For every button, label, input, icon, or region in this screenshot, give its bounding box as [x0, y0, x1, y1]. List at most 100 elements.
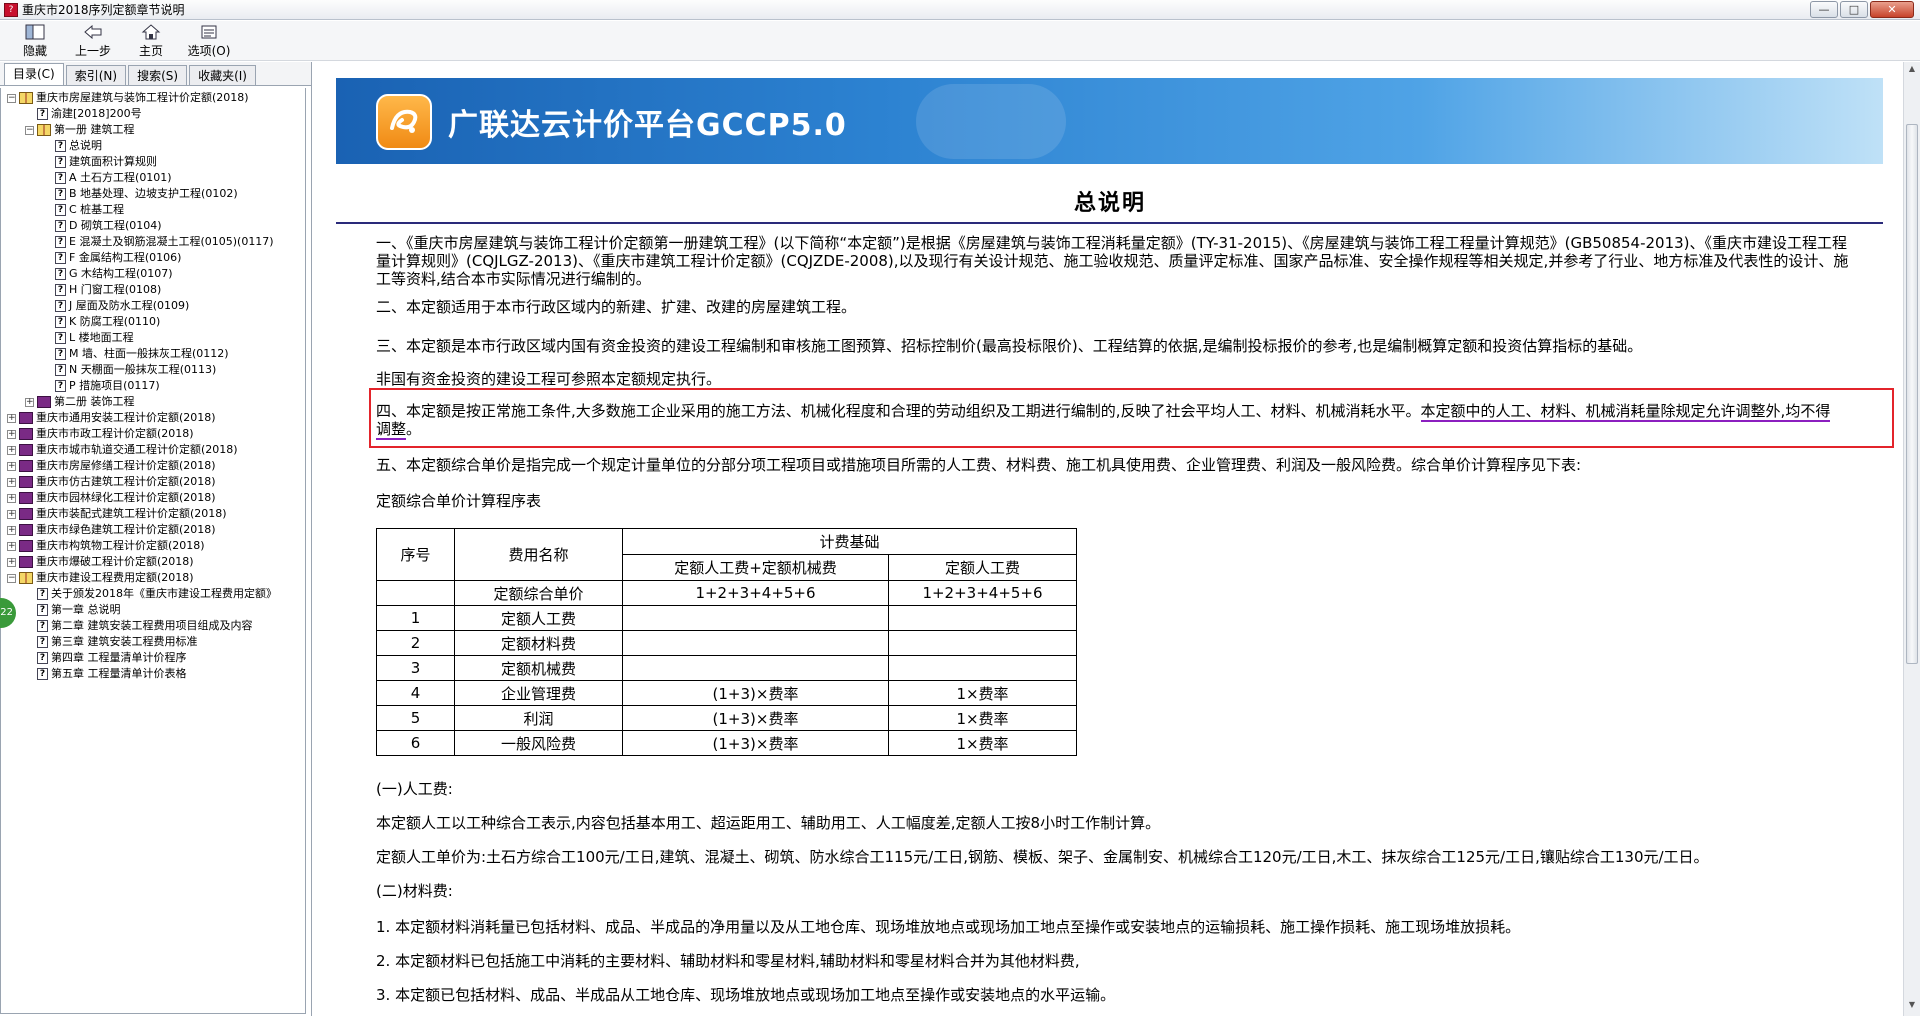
- tree-node[interactable]: ? 第二章 建筑安装工程费用项目组成及内容: [1, 618, 305, 634]
- tree-node[interactable]: ? C 桩基工程: [1, 202, 305, 218]
- closed-book-icon: [19, 460, 33, 472]
- toolbar: 隐藏 上一步 主页 选项(O): [0, 21, 1920, 61]
- table-cell-name: 定额综合单价: [454, 580, 623, 606]
- expand-icon[interactable]: +: [7, 509, 16, 519]
- paragraph-5-end: 。: [406, 420, 422, 438]
- expand-icon[interactable]: +: [7, 461, 16, 471]
- tree-node-label: 第一册 建筑工程: [54, 123, 135, 136]
- tree-node[interactable]: ? 第一章 总说明: [1, 602, 305, 618]
- hide-button[interactable]: 隐藏: [6, 21, 64, 61]
- tree-node[interactable]: ? M 墙、柱面一般抹灰工程(0112): [1, 346, 305, 362]
- table-cell-b: 1×费率: [888, 730, 1077, 756]
- help-page-icon: ?: [55, 172, 66, 184]
- collapse-icon[interactable]: −: [7, 93, 16, 103]
- paragraph-5: 四、本定额是按正常施工条件,大多数施工企业采用的施工方法、机械化程度和合理的劳动…: [376, 402, 1844, 440]
- help-page-icon: ?: [37, 668, 48, 680]
- tree-node[interactable]: + 重庆市市政工程计价定额(2018): [1, 426, 305, 442]
- tree-node[interactable]: + 重庆市房屋修缮工程计价定额(2018): [1, 458, 305, 474]
- tree-node[interactable]: ? 第五章 工程量清单计价表格: [1, 666, 305, 682]
- expand-icon[interactable]: +: [7, 413, 16, 423]
- tree-node[interactable]: + 第二册 装饰工程: [1, 394, 305, 410]
- expand-icon[interactable]: +: [7, 541, 16, 551]
- table-row: 2 定额材料费: [376, 630, 1077, 656]
- tree-node[interactable]: ? 第四章 工程量清单计价程序: [1, 650, 305, 666]
- table-cell-a: (1+3)×费率: [622, 680, 889, 706]
- tree-node[interactable]: + 重庆市绿色建筑工程计价定额(2018): [1, 522, 305, 538]
- home-button[interactable]: 主页: [122, 21, 180, 61]
- scroll-up-icon[interactable]: ▲: [1906, 64, 1918, 78]
- header-name: 费用名称: [454, 528, 623, 581]
- tab-favorites[interactable]: 收藏夹(I): [189, 65, 256, 85]
- tree-node-label: D 砌筑工程(0104): [69, 219, 162, 232]
- tab-contents[interactable]: 目录(C): [4, 63, 64, 85]
- help-page-icon: ?: [37, 108, 48, 120]
- tree-node[interactable]: − 第一册 建筑工程: [1, 122, 305, 138]
- tree-node[interactable]: ? 关于颁发2018年《重庆市建设工程费用定额》: [1, 586, 305, 602]
- expand-icon[interactable]: +: [7, 493, 16, 503]
- tree-node-label: 第三章 建筑安装工程费用标准: [51, 635, 198, 648]
- tree-node[interactable]: ? 建筑面积计算规则: [1, 154, 305, 170]
- tree-node[interactable]: ? 总说明: [1, 138, 305, 154]
- tree-node[interactable]: + 重庆市园林绿化工程计价定额(2018): [1, 490, 305, 506]
- app-icon: ?: [4, 2, 18, 17]
- expand-icon[interactable]: +: [25, 397, 34, 407]
- tree-node[interactable]: + 重庆市城市轨道交通工程计价定额(2018): [1, 442, 305, 458]
- tree-node[interactable]: − 重庆市房屋建筑与装饰工程计价定额(2018): [1, 90, 305, 106]
- table-cell-a: [622, 630, 889, 656]
- home-label: 主页: [138, 44, 163, 58]
- tree-node[interactable]: ? A 土石方工程(0101): [1, 170, 305, 186]
- help-page-icon: ?: [37, 652, 48, 664]
- tree-node[interactable]: ? G 木结构工程(0107): [1, 266, 305, 282]
- table-cell-b: [888, 630, 1077, 656]
- table-row: 5 利润 (1+3)×费率 1×费率: [376, 705, 1077, 731]
- expand-icon[interactable]: +: [7, 525, 16, 535]
- collapse-icon[interactable]: −: [7, 573, 16, 583]
- tree-node[interactable]: + 重庆市爆破工程计价定额(2018): [1, 554, 305, 570]
- tab-index[interactable]: 索引(N): [65, 65, 127, 85]
- expand-icon[interactable]: +: [7, 445, 16, 455]
- close-button[interactable]: ✕: [1870, 1, 1914, 18]
- tree-node-label: 重庆市房屋修缮工程计价定额(2018): [36, 459, 216, 472]
- open-book-icon: [37, 124, 51, 136]
- tree-node-label: 重庆市建设工程费用定额(2018): [36, 571, 194, 584]
- tree-node[interactable]: ? 渝建[2018]200号: [1, 106, 305, 122]
- tree-node[interactable]: ? E 混凝土及钢筋混凝土工程(0105)(0117): [1, 234, 305, 250]
- paragraph-11: 3. 本定额已包括材料、成品、半成品从工地仓库、现场堆放地点或现场加工地点至操作…: [376, 986, 1116, 1004]
- scroll-down-icon[interactable]: ▼: [1906, 1000, 1918, 1014]
- tree-node[interactable]: ? N 天棚面一般抹灰工程(0113): [1, 362, 305, 378]
- back-button[interactable]: 上一步: [64, 21, 122, 61]
- tree-node-label: G 木结构工程(0107): [69, 267, 173, 280]
- tree-node-label: 第五章 工程量清单计价表格: [51, 667, 187, 680]
- help-page-icon: ?: [55, 348, 66, 360]
- expand-icon[interactable]: +: [7, 557, 16, 567]
- table-caption: 定额综合单价计算程序表: [376, 492, 542, 510]
- options-button[interactable]: 选项(O): [180, 21, 238, 61]
- tree-node[interactable]: ? B 地基处理、边坡支护工程(0102): [1, 186, 305, 202]
- home-icon: [140, 23, 162, 41]
- tree-node[interactable]: + 重庆市构筑物工程计价定额(2018): [1, 538, 305, 554]
- tree-node[interactable]: − 重庆市建设工程费用定额(2018): [1, 570, 305, 586]
- tree-node[interactable]: + 重庆市仿古建筑工程计价定额(2018): [1, 474, 305, 490]
- scroll-thumb[interactable]: [1906, 124, 1918, 664]
- tree-node[interactable]: ? H 门窗工程(0108): [1, 282, 305, 298]
- maximize-button[interactable]: □: [1840, 1, 1868, 18]
- tree-node[interactable]: ? 第三章 建筑安装工程费用标准: [1, 634, 305, 650]
- expand-icon[interactable]: +: [7, 477, 16, 487]
- tree-node[interactable]: ? K 防腐工程(0110): [1, 314, 305, 330]
- minimize-button[interactable]: —: [1810, 1, 1838, 18]
- table-cell-no: 6: [376, 730, 455, 756]
- tree-node[interactable]: ? D 砌筑工程(0104): [1, 218, 305, 234]
- tree-node[interactable]: ? P 措施项目(0117): [1, 378, 305, 394]
- tree-node[interactable]: ? L 楼地面工程: [1, 330, 305, 346]
- tree-node[interactable]: ? F 金属结构工程(0106): [1, 250, 305, 266]
- collapse-icon[interactable]: −: [25, 125, 34, 135]
- tree-node[interactable]: + 重庆市通用安装工程计价定额(2018): [1, 410, 305, 426]
- tab-search[interactable]: 搜索(S): [128, 65, 188, 85]
- tree-node-label: 重庆市市政工程计价定额(2018): [36, 427, 194, 440]
- help-page-icon: ?: [55, 364, 66, 376]
- tree-node[interactable]: + 重庆市装配式建筑工程计价定额(2018): [1, 506, 305, 522]
- contents-tree[interactable]: − 重庆市房屋建筑与装饰工程计价定额(2018)? 渝建[2018]200号 − 第一册…: [0, 88, 306, 1014]
- expand-icon[interactable]: +: [7, 429, 16, 439]
- tree-node[interactable]: ? J 屋面及防水工程(0109): [1, 298, 305, 314]
- vertical-scrollbar[interactable]: ▲ ▼: [1903, 62, 1920, 1016]
